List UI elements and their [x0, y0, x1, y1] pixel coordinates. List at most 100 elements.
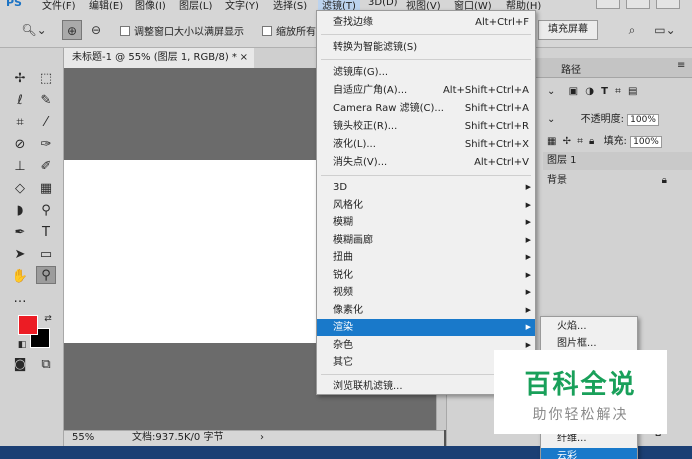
fill-input[interactable]: 100%	[630, 136, 662, 148]
menu-item-shortcut: Alt+Ctrl+V	[474, 157, 529, 168]
lock-transparent-icon[interactable]: ▦	[547, 136, 556, 147]
menu-item-convert-smart-filter[interactable]: 转换为智能滤镜(S)	[317, 39, 535, 56]
type-filter-icon[interactable]: T	[601, 86, 608, 97]
menu-item-label: 风格化	[333, 200, 363, 211]
type-tool-icon[interactable]: T	[36, 224, 56, 242]
marquee-tool-icon[interactable]: ⬚	[36, 70, 56, 88]
lock-artboard-icon[interactable]: ⌗	[577, 136, 583, 147]
screen-mode-icon[interactable]: ⧉	[36, 356, 56, 374]
maximize-button[interactable]	[626, 0, 650, 9]
crop-tool-icon[interactable]: ⌗	[10, 114, 30, 132]
rectangle-tool-icon[interactable]: ▭	[36, 246, 56, 264]
close-tab-icon[interactable]: ×	[240, 48, 248, 68]
zoom-in-icon[interactable]: ⊕	[62, 20, 82, 40]
dodge-tool-icon[interactable]: ⚲	[36, 202, 56, 220]
opacity-input[interactable]: 100%	[627, 114, 659, 126]
menu-item-liquify[interactable]: 液化(L)... Shift+Ctrl+X	[317, 136, 535, 153]
search-icon[interactable]: ⌕	[622, 20, 642, 40]
zoom-out-icon[interactable]: ⊖	[86, 20, 106, 40]
close-window-button[interactable]	[656, 0, 680, 9]
shape-filter-icon[interactable]: ⌗	[615, 86, 621, 97]
menu-item-vanishing-point[interactable]: 消失点(V)... Alt+Ctrl+V	[317, 154, 535, 171]
fill-screen-button[interactable]: 填充屏幕	[538, 20, 598, 40]
resize-windows-checkbox[interactable]	[120, 26, 130, 36]
menu-type[interactable]: 文字(Y)	[225, 0, 259, 10]
menu-3d[interactable]: 3D(D)	[368, 0, 398, 8]
pixel-filter-icon[interactable]: ▣	[569, 86, 578, 97]
zoom-tool-icon[interactable]: ⚲	[36, 266, 56, 284]
menu-item-camera-raw[interactable]: Camera Raw 滤镜(C)... Shift+Ctrl+A	[317, 100, 535, 117]
menu-item-lens-correction[interactable]: 镜头校正(R)... Shift+Ctrl+R	[317, 118, 535, 135]
eyedropper-tool-icon[interactable]: ⁄	[36, 114, 56, 132]
swap-colors-icon[interactable]: ⇄	[38, 310, 58, 328]
filter-menu: 查找边缘 Alt+Ctrl+F 转换为智能滤镜(S) 滤镜库(G)... 自适应广…	[316, 10, 536, 395]
tab-paths[interactable]: 路径	[561, 61, 581, 76]
menu-item-distort[interactable]: 扭曲 ▶	[317, 249, 535, 266]
menu-layer[interactable]: 图层(L)	[179, 0, 212, 10]
menu-item-label: Camera Raw 滤镜(C)...	[333, 103, 444, 114]
lock-position-icon[interactable]: ✢	[563, 136, 571, 147]
zoom-all-checkbox[interactable]	[262, 26, 272, 36]
hand-tool-icon[interactable]: ✋	[10, 268, 30, 286]
document-canvas[interactable]	[64, 160, 317, 343]
adjustment-filter-icon[interactable]: ◑	[585, 86, 594, 97]
menu-item-video[interactable]: 视频 ▶	[317, 284, 535, 301]
blend-mode-dropdown[interactable]: ⌄	[547, 114, 555, 125]
menu-help[interactable]: 帮助(H)	[506, 0, 541, 10]
brush-tool-icon[interactable]: ✑	[36, 136, 56, 154]
submenu-item-clouds[interactable]: 云彩	[541, 448, 637, 459]
layer-row[interactable]: 背景 🔒︎	[543, 172, 692, 190]
menu-item-blur-gallery[interactable]: 模糊画廊 ▶	[317, 232, 535, 249]
menu-item-shortcut: Shift+Ctrl+X	[464, 139, 529, 150]
menu-item-filter-gallery[interactable]: 滤镜库(G)...	[317, 64, 535, 81]
menu-item-find-edges[interactable]: 查找边缘 Alt+Ctrl+F	[317, 14, 535, 31]
menu-item-label: 渲染	[333, 322, 353, 333]
menu-view[interactable]: 视图(V)	[406, 0, 441, 10]
workspace-switcher-icon[interactable]: ▭⌄	[650, 20, 680, 40]
menu-select[interactable]: 选择(S)	[273, 0, 307, 10]
layer-row[interactable]: 图层 1	[543, 152, 692, 170]
quick-select-tool-icon[interactable]: ✎	[36, 92, 56, 110]
pen-tool-icon[interactable]: ✒	[10, 224, 30, 242]
minimize-button[interactable]	[596, 0, 620, 9]
history-brush-icon[interactable]: ✐	[36, 158, 56, 176]
menu-item-label: 扭曲	[333, 252, 353, 263]
menu-item-stylize[interactable]: 风格化 ▶	[317, 197, 535, 214]
layer-filter-row: ⌄ ▣ ◑ T ⌗ ▤	[547, 86, 692, 97]
submenu-item-flame[interactable]: 火焰...	[541, 318, 637, 335]
gradient-tool-icon[interactable]: ▦	[36, 180, 56, 198]
clone-stamp-icon[interactable]: ⊥	[10, 158, 30, 176]
menu-item-render[interactable]: 渲染 ▶	[317, 319, 535, 336]
menu-file[interactable]: 文件(F)	[42, 0, 76, 10]
menu-item-blur[interactable]: 模糊 ▶	[317, 214, 535, 231]
menu-item-label: 视频	[333, 287, 353, 298]
more-tools-icon[interactable]: …	[10, 290, 30, 308]
menu-item-3d[interactable]: 3D ▶	[317, 179, 535, 196]
menu-window[interactable]: 窗口(W)	[454, 0, 492, 10]
blur-tool-icon[interactable]: ◗	[10, 202, 30, 220]
foreground-color-swatch[interactable]	[18, 315, 38, 335]
healing-brush-icon[interactable]: ⊘	[10, 136, 30, 154]
menu-filter[interactable]: 滤镜(T)	[318, 0, 360, 10]
menu-image[interactable]: 图像(I)	[135, 0, 166, 10]
smart-object-filter-icon[interactable]: ▤	[628, 86, 637, 97]
lock-all-icon[interactable]: 🔒︎	[589, 136, 594, 147]
menu-item-label: 3D	[333, 182, 348, 193]
menu-edit[interactable]: 编辑(E)	[89, 0, 123, 10]
move-tool-icon[interactable]: ✢	[10, 70, 30, 88]
filter-kind-dropdown[interactable]: ⌄	[547, 86, 555, 97]
submenu-arrow-icon: ▶	[525, 201, 531, 209]
menu-item-sharpen[interactable]: 锐化 ▶	[317, 267, 535, 284]
zoom-tool-preset-icon[interactable]: 🔍︎⌄	[18, 20, 50, 40]
menu-item-pixelate[interactable]: 像素化 ▶	[317, 302, 535, 319]
default-colors-icon[interactable]: ◧	[12, 336, 32, 354]
quick-mask-icon[interactable]: ◙	[10, 356, 30, 374]
zoom-level[interactable]: 55%	[72, 431, 94, 445]
status-menu-arrow-icon[interactable]: ›	[260, 431, 264, 445]
menu-item-adaptive-wide-angle[interactable]: 自适应广角(A)... Alt+Shift+Ctrl+A	[317, 82, 535, 99]
panel-menu-icon[interactable]: ≡	[677, 60, 685, 71]
eraser-tool-icon[interactable]: ◇	[10, 180, 30, 198]
document-tab[interactable]: 未标题-1 @ 55% (图层 1, RGB/8) * ×	[64, 48, 254, 68]
lasso-tool-icon[interactable]: ℓ	[10, 92, 30, 110]
path-select-icon[interactable]: ➤	[10, 246, 30, 264]
